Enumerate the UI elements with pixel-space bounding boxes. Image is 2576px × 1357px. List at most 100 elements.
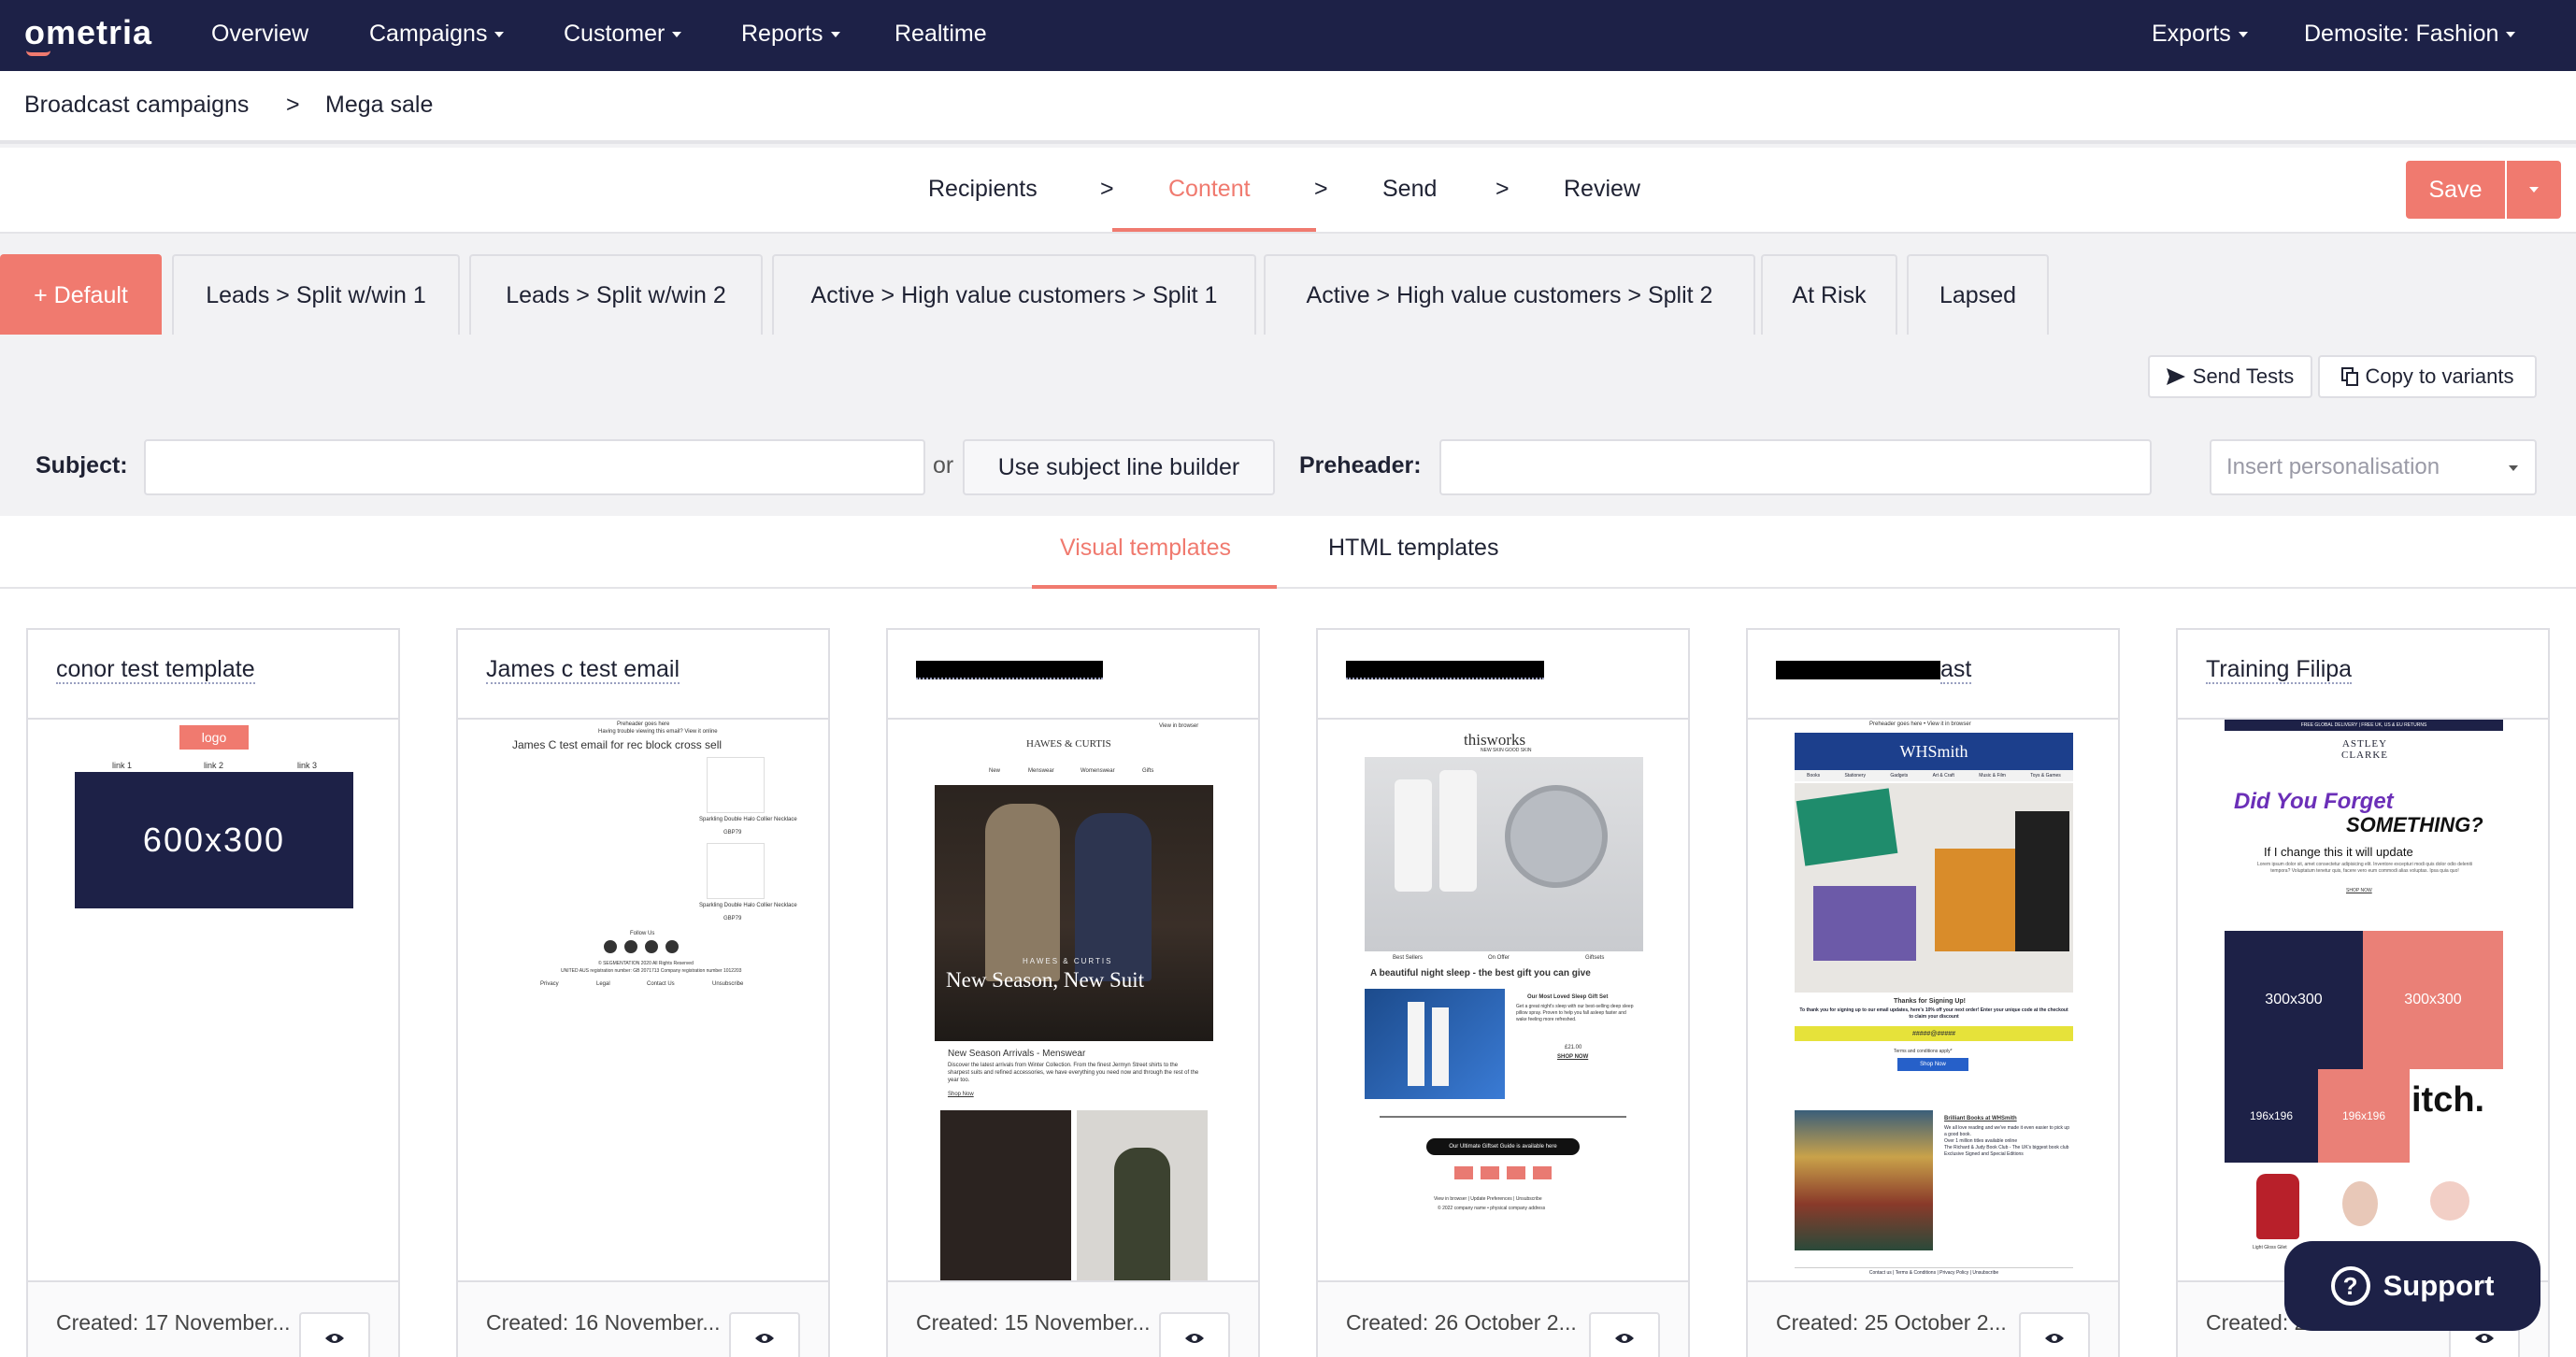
step-separator: > bbox=[1100, 176, 1114, 202]
preview-text: Contact us | Terms & Conditions | Privac… bbox=[1795, 1267, 2073, 1276]
product-image bbox=[707, 843, 765, 899]
preview-text: New bbox=[989, 768, 1001, 774]
preview-text: NEW SKIN GOOD SKIN bbox=[1481, 748, 1532, 753]
subject-line-builder-button[interactable]: Use subject line builder bbox=[963, 439, 1275, 495]
template-card[interactable]: ast Preheader goes here • View it in bro… bbox=[1746, 628, 2120, 1357]
preview-eye-button[interactable] bbox=[1159, 1312, 1230, 1357]
ometria-logo[interactable]: ometria bbox=[24, 13, 152, 52]
preview-text: £21.00 bbox=[1565, 1045, 1582, 1050]
template-card[interactable]: conor test template logo link 1 link 2 l… bbox=[26, 628, 400, 1357]
preview-eye-button[interactable] bbox=[299, 1312, 370, 1357]
copy-to-variants-button[interactable]: Copy to variants bbox=[2318, 355, 2537, 398]
tab-html-templates[interactable]: HTML templates bbox=[1328, 535, 1498, 562]
active-step-indicator bbox=[1112, 228, 1316, 232]
preview-button: Our Ultimate Giftset Guide is available … bbox=[1426, 1138, 1580, 1155]
variant-tab-at-risk[interactable]: At Risk bbox=[1761, 254, 1897, 335]
preview-text: On Offer bbox=[1488, 955, 1510, 961]
social-icons bbox=[604, 940, 684, 955]
subject-input[interactable] bbox=[144, 439, 925, 495]
variant-tab-leads-split-1[interactable]: Leads > Split w/win 1 bbox=[172, 254, 460, 335]
insert-personalisation-select[interactable]: Insert personalisation bbox=[2210, 439, 2537, 495]
template-card[interactable]: View in browser HAWES & CURTIS New Mensw… bbox=[886, 628, 1260, 1357]
nav-exports[interactable]: Exports bbox=[2152, 21, 2248, 48]
help-icon: ? bbox=[2330, 1266, 2370, 1306]
step-content[interactable]: Content bbox=[1168, 176, 1251, 203]
step-recipients[interactable]: Recipients bbox=[928, 176, 1038, 203]
preview-text: Preheader goes here bbox=[617, 721, 670, 727]
preview-text: Gifts bbox=[1142, 768, 1154, 774]
breadcrumb-separator: > bbox=[286, 92, 300, 118]
template-title: ast bbox=[1748, 630, 2118, 720]
chevron-down-icon bbox=[494, 32, 505, 38]
support-button[interactable]: ? Support bbox=[2284, 1241, 2540, 1331]
preview-text: Privacy bbox=[540, 981, 559, 987]
preview-text: Thanks for Signing Up! bbox=[1894, 998, 1966, 1005]
preview-link: link 2 bbox=[204, 761, 224, 770]
template-grid: conor test template logo link 1 link 2 l… bbox=[0, 589, 2576, 1357]
preview-menu: Books Stationery Gadgets Art & Craft Mus… bbox=[1795, 770, 2073, 781]
image-placeholder: 196x196 bbox=[2318, 1069, 2410, 1163]
preview-text: View in browser bbox=[1159, 723, 1199, 729]
variant-tab-lapsed[interactable]: Lapsed bbox=[1907, 254, 2049, 335]
preview-brand: ASTLEY CLARKE bbox=[2341, 738, 2388, 761]
redacted-title bbox=[1776, 661, 1940, 680]
product-bottle bbox=[1432, 1007, 1449, 1086]
facebook-icon bbox=[645, 940, 658, 953]
preview-text: Menswear bbox=[1028, 768, 1054, 774]
template-tabs: Visual templates HTML templates bbox=[0, 516, 2576, 589]
preview-heading: James C test email for rec block cross s… bbox=[512, 738, 723, 751]
tab-visual-templates[interactable]: Visual templates bbox=[1060, 535, 1231, 562]
nav-customer[interactable]: Customer bbox=[564, 21, 682, 48]
hero-image bbox=[1795, 783, 2073, 993]
template-title: conor test template bbox=[28, 630, 398, 720]
preheader-input[interactable] bbox=[1439, 439, 2152, 495]
template-preview: FREE GLOBAL DELIVERY | FREE UK, US & EU … bbox=[2178, 720, 2548, 1280]
redacted-title bbox=[1346, 661, 1544, 680]
variant-tab-active-split-2[interactable]: Active > High value customers > Split 2 bbox=[1264, 254, 1755, 335]
preview-text: Discover the latest arrivals from Winter… bbox=[948, 1063, 1199, 1083]
eye-icon bbox=[755, 1334, 774, 1343]
nav-realtime[interactable]: Realtime bbox=[894, 21, 987, 48]
template-preview: View in browser HAWES & CURTIS New Mensw… bbox=[888, 720, 1258, 1280]
variant-tab-active-split-1[interactable]: Active > High value customers > Split 1 bbox=[772, 254, 1256, 335]
send-tests-button[interactable]: Send Tests bbox=[2148, 355, 2312, 398]
preview-text: Sparkling Double Halo Collier Necklace bbox=[699, 817, 797, 822]
product-image bbox=[707, 757, 765, 813]
step-review[interactable]: Review bbox=[1564, 176, 1640, 203]
template-card[interactable]: James c test email Preheader goes here H… bbox=[456, 628, 830, 1357]
preview-text: Having trouble viewing this email? View … bbox=[598, 729, 718, 735]
save-options-button[interactable] bbox=[2507, 161, 2561, 219]
preview-link: link 1 bbox=[112, 761, 133, 770]
product-bottle bbox=[1395, 779, 1432, 892]
twitter-icon bbox=[624, 940, 637, 953]
nav-campaigns[interactable]: Campaigns bbox=[369, 21, 505, 48]
eye-icon bbox=[1615, 1334, 1634, 1343]
preview-link: SHOP NOW bbox=[2346, 888, 2372, 893]
preview-text: © 2022 company name • physical company a… bbox=[1438, 1206, 1546, 1211]
save-button[interactable]: Save bbox=[2406, 161, 2505, 219]
social-icons bbox=[1454, 1166, 1555, 1179]
variant-tab-default[interactable]: + Default bbox=[0, 254, 162, 335]
template-card[interactable]: thisworks NEW SKIN GOOD SKIN Best Seller… bbox=[1316, 628, 1690, 1357]
nav-demosite[interactable]: Demosite: Fashion bbox=[2304, 21, 2516, 48]
preview-text: Terms and conditions apply* bbox=[1894, 1049, 1953, 1054]
product-image bbox=[2256, 1174, 2299, 1239]
preview-eye-button[interactable] bbox=[2019, 1312, 2090, 1357]
product-image bbox=[1365, 989, 1505, 1099]
breadcrumb-parent[interactable]: Broadcast campaigns bbox=[24, 92, 249, 119]
preview-text: itch. bbox=[2411, 1080, 2485, 1120]
preview-eye-button[interactable] bbox=[1589, 1312, 1660, 1357]
template-title bbox=[1318, 630, 1688, 720]
step-separator: > bbox=[1314, 176, 1328, 202]
variant-tab-leads-split-2[interactable]: Leads > Split w/win 2 bbox=[469, 254, 763, 335]
chevron-down-icon bbox=[2506, 32, 2516, 38]
step-send[interactable]: Send bbox=[1382, 176, 1437, 203]
or-label: or bbox=[933, 452, 954, 479]
nav-reports[interactable]: Reports bbox=[741, 21, 840, 48]
product-pens bbox=[1813, 886, 1916, 961]
template-preview: logo link 1 link 2 link 3 600x300 bbox=[28, 720, 398, 1280]
preview-text: Womenswear bbox=[1080, 768, 1115, 774]
chevron-down-icon bbox=[2509, 465, 2518, 471]
nav-overview[interactable]: Overview bbox=[211, 21, 308, 48]
preview-eye-button[interactable] bbox=[729, 1312, 800, 1357]
